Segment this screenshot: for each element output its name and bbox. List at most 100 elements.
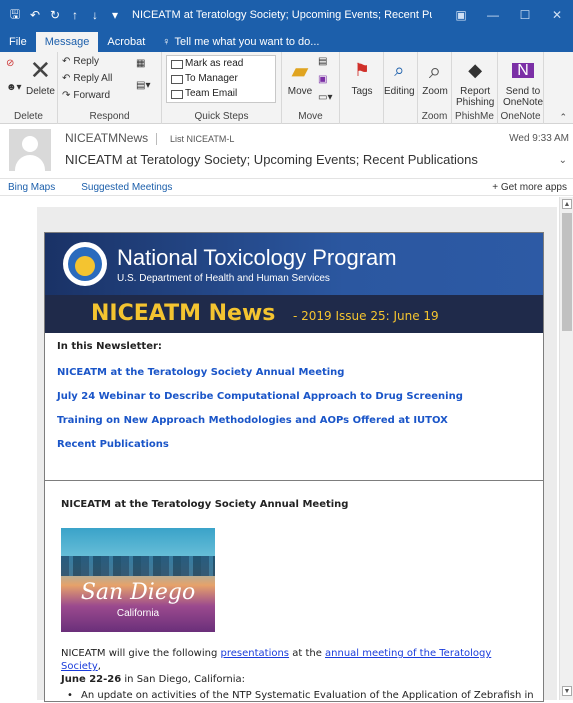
close-icon[interactable]: ✕ [541,0,573,30]
tab-acrobat[interactable]: Acrobat [98,32,154,52]
quick-step-mark-as-read[interactable]: Mark as read [167,56,275,71]
forward-icon: ↷ [62,90,71,101]
more-respond-button[interactable]: ▤▾ [136,80,150,91]
onenote-label: OneNote [503,97,544,108]
avatar [9,129,51,171]
send-to-onenote-button[interactable]: N Send to OneNote [503,56,543,108]
phishme-group-label: PhishMe [455,111,494,122]
para-text-3: , [97,661,101,672]
delete-group: ⊘ ☻▾ ✕ Delete Delete [0,52,58,124]
collapse-ribbon-icon[interactable]: ⌃ [559,112,567,123]
delete-button[interactable]: ✕ Delete [26,54,55,98]
report-phishing-button[interactable]: ◆ Report Phishing [456,56,494,109]
onenote-icon: N [509,56,537,84]
scrollbar-thumb[interactable] [562,213,572,331]
presentations-link[interactable]: presentations [221,648,290,659]
editing-label: Editing [384,86,415,97]
scroll-up-icon[interactable]: ▲ [562,199,572,209]
sender-name[interactable]: NICEATMNews [65,131,148,145]
tags-group: ⚑ Tags [340,52,384,124]
ignore-icon: ⊘ [6,58,15,69]
bing-maps-addin[interactable]: Bing Maps [8,182,55,193]
rules-button[interactable]: ▤ [318,56,327,67]
tab-message[interactable]: Message [35,32,99,52]
tab-file[interactable]: File [0,32,36,52]
zoom-group: ⌕ Zoom Zoom [418,52,452,124]
message-body: National Toxicology Program U.S. Departm… [0,197,573,703]
ribbon: ⊘ ☻▾ ✕ Delete Delete ↶ Reply ↶ Reply All ↷… [0,52,573,124]
delete-x-icon: ✕ [29,54,52,85]
respond-group: ↶ Reply ↶ Reply All ↷ Forward ▦ ▤▾ Respond [58,52,162,124]
scroll-down-icon[interactable]: ▼ [562,686,572,696]
actions-button[interactable]: ▭▾ [318,92,332,103]
onenote-move-button[interactable]: ▣ [318,74,327,85]
section-paragraph: NICEATM will give the following presenta… [61,647,531,686]
reply-label: Reply [73,56,99,67]
respond-group-label: Respond [89,111,130,122]
teratology-section: NICEATM at the Teratology Society Annual… [45,481,543,703]
reply-button[interactable]: ↶ Reply [62,56,99,67]
suggested-meetings-addin[interactable]: Suggested Meetings [81,182,172,193]
ribbon-tabs: File Message Acrobat ♀ Tell me what you … [0,30,573,52]
ntp-banner: National Toxicology Program U.S. Departm… [45,233,543,295]
ribbon-display-icon[interactable]: ▣ [445,0,477,30]
minimize-icon[interactable]: — [477,0,509,30]
quick-steps-label: Quick Steps [194,111,249,122]
plus-icon: + [492,181,501,193]
get-more-apps-label: Get more apps [500,181,567,193]
quick-step-to-manager[interactable]: To Manager [167,71,275,86]
fish-icon: ◆ [468,59,483,80]
onenote-small-icon: ▣ [318,74,328,85]
magnifier-icon: ⌕ [428,57,442,83]
more-icon: ▤▾ [136,80,151,91]
vertical-scrollbar[interactable]: ▲ ▼ [559,197,573,700]
para-text-1: NICEATM will give the following [61,648,221,659]
toc-link-webinar[interactable]: July 24 Webinar to Describe Computationa… [57,391,463,402]
ignore-button[interactable]: ⊘ [6,58,14,69]
ntp-title: National Toxicology Program [117,245,397,270]
zoom-label: Zoom [422,86,448,97]
maximize-icon[interactable]: ☐ [509,0,541,30]
meeting-button[interactable]: ▦ [136,58,145,69]
delete-label: Delete [26,86,55,97]
toc-link-publications[interactable]: Recent Publications [57,439,169,450]
editing-button[interactable]: ⌕ Editing [384,56,415,98]
toc-link-training[interactable]: Training on New Approach Methodologies a… [57,415,448,426]
up-arrow-icon[interactable]: ↑ [66,6,84,24]
reply-all-button[interactable]: ↶ Reply All [62,73,112,84]
undo-icon[interactable]: ↶ [26,6,44,24]
lightbulb-icon: ♀ [162,36,171,48]
redo-icon[interactable]: ↻ [46,6,64,24]
issue-label: - 2019 Issue 25: June 19 [293,309,439,323]
forward-button[interactable]: ↷ Forward [62,90,110,101]
meeting-dates: June 22-26 [61,674,122,685]
para-text-2: at the [289,648,326,659]
down-arrow-icon[interactable]: ↓ [86,6,104,24]
reply-icon: ↶ [62,56,71,67]
report-label: Report [460,86,491,97]
tags-button[interactable]: ⚑ Tags [348,56,376,98]
junk-button[interactable]: ☻▾ [6,82,22,93]
get-more-apps-button[interactable]: + Get more apps [492,182,567,193]
save-icon[interactable]: 🖫 [6,6,24,24]
reply-all-icon: ↶ [62,73,71,84]
received-time: Wed 9:33 AM [509,133,569,144]
tell-me-box[interactable]: ♀ Tell me what you want to do... [162,32,319,52]
chevron-down-icon[interactable]: ⌄ [559,155,567,166]
quick-access-toolbar: 🖫 ↶ ↻ ↑ ↓ ▾ [0,6,124,24]
quick-step-team-email[interactable]: Team Email [167,86,275,101]
california-text: California [116,608,160,619]
reply-all-label: Reply All [73,73,113,84]
quick-steps-gallery: Mark as read To Manager Team Email [166,55,276,103]
editing-group: ⌕ Editing [384,52,418,124]
send-to-label: Send to [505,86,541,97]
recipient-list[interactable]: List NICEATM-L [170,134,234,144]
header-divider [156,133,157,145]
customize-icon[interactable]: ▾ [106,6,124,24]
addins-bar: Bing Maps Suggested Meetings + Get more … [0,178,573,196]
move-group: ▰ Move ▤ ▣ ▭▾ Move [282,52,340,124]
actions-icon: ▭▾ [318,92,333,103]
zoom-button[interactable]: ⌕ Zoom [421,56,449,97]
move-button[interactable]: ▰ Move [286,56,314,97]
toc-link-teratology[interactable]: NICEATM at the Teratology Society Annual… [57,367,344,378]
